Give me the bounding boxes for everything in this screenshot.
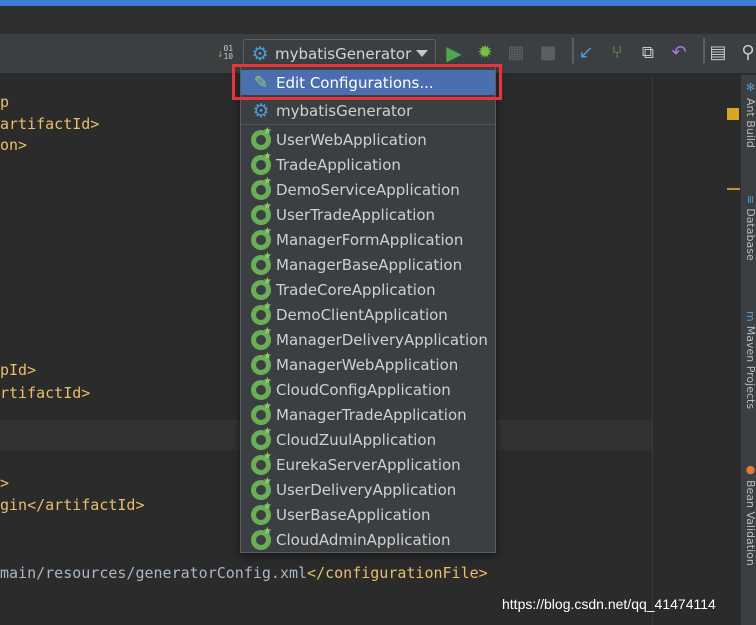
spring-boot-icon xyxy=(250,501,272,526)
code-line: on> xyxy=(0,136,28,154)
code-line: pId> xyxy=(0,361,37,379)
menu-item-label: EurekaServerApplication xyxy=(276,455,461,474)
tab-label: Bean Validation xyxy=(744,480,756,566)
spring-boot-icon xyxy=(250,451,272,476)
list-item[interactable]: ManagerWebApplication xyxy=(241,351,495,377)
warning-marker[interactable] xyxy=(727,108,739,120)
spring-boot-icon xyxy=(250,526,272,551)
tab-label: Database xyxy=(744,208,756,261)
list-item[interactable]: DemoServiceApplication xyxy=(241,176,495,202)
list-item[interactable]: ManagerTradeApplication xyxy=(241,401,495,427)
debug-icon[interactable]: ✹ xyxy=(474,42,496,64)
code-line: artifactId> xyxy=(0,115,100,133)
code-line-config-file: main/resources/generatorConfig.xml</conf… xyxy=(0,563,488,583)
ant-icon: ✻ xyxy=(744,81,756,94)
list-item[interactable]: ManagerFormApplication xyxy=(241,226,495,252)
spring-boot-icon xyxy=(250,351,272,376)
list-item[interactable]: ManagerBaseApplication xyxy=(241,251,495,277)
stop-icon[interactable]: ■ xyxy=(537,42,559,64)
tab-database[interactable]: ≡ Database xyxy=(743,195,756,261)
vcs-history-icon[interactable]: ⧉ xyxy=(637,42,659,64)
menu-item-label: DemoClientApplication xyxy=(276,305,448,324)
menu-item-label: UserWebApplication xyxy=(276,130,427,149)
menu-item-label: UserTradeApplication xyxy=(276,205,436,224)
spring-boot-icon xyxy=(250,126,272,151)
spring-boot-icon xyxy=(250,401,272,426)
list-item[interactable]: DemoClientApplication xyxy=(241,301,495,327)
menu-item-label: ManagerTradeApplication xyxy=(276,405,467,424)
menu-item-label: DemoServiceApplication xyxy=(276,180,460,199)
chevron-down-icon xyxy=(416,50,428,57)
menu-item-label: UserBaseApplication xyxy=(276,505,431,524)
menu-item-label: ManagerDeliveryApplication xyxy=(276,330,488,349)
gear-icon: ⚙ xyxy=(251,43,269,65)
spring-boot-icon xyxy=(250,301,272,326)
menu-item-label: ManagerFormApplication xyxy=(276,230,464,249)
list-item[interactable]: TradeCoreApplication xyxy=(241,276,495,302)
spring-boot-icon xyxy=(250,151,272,176)
tab-maven-projects[interactable]: m Maven Projects xyxy=(743,311,756,409)
run-icon[interactable]: ▶ xyxy=(443,42,465,64)
tab-label: Ant Build xyxy=(744,98,756,148)
run-configuration-dropdown: ✎ Edit Configurations... ⚙ mybatisGenera… xyxy=(240,66,496,553)
revert-icon[interactable]: ↶ xyxy=(668,42,690,64)
menu-item-label: UserDeliveryApplication xyxy=(276,480,457,499)
database-icon: ≡ xyxy=(744,195,756,205)
spring-boot-icon xyxy=(250,276,272,301)
list-item[interactable]: EurekaServerApplication xyxy=(241,451,495,477)
title-area xyxy=(0,6,756,34)
watermark-text: https://blog.csdn.net/qq_41474114 xyxy=(502,596,716,612)
error-stripe-marker[interactable] xyxy=(727,188,740,190)
project-structure-icon[interactable]: ▤ xyxy=(707,42,729,64)
spring-boot-icon xyxy=(250,426,272,451)
spring-boot-icon xyxy=(250,201,272,226)
sort-icon[interactable]: ↓ 01 10 xyxy=(214,42,236,64)
menu-item-label: TradeCoreApplication xyxy=(276,280,436,299)
coverage-icon[interactable]: ▦ xyxy=(505,42,527,64)
current-config-item[interactable]: ⚙ mybatisGenerator xyxy=(241,98,495,123)
code-line: p xyxy=(0,93,10,111)
spring-boot-icon xyxy=(250,476,272,501)
list-item[interactable]: TradeApplication xyxy=(241,151,495,177)
menu-item-label: TradeApplication xyxy=(276,155,401,174)
bean-icon: ● xyxy=(744,463,756,476)
gear-icon: ⚙ xyxy=(252,99,270,122)
tab-bean-validation[interactable]: ● Bean Validation xyxy=(743,463,756,566)
menu-item-label: ManagerWebApplication xyxy=(276,355,459,374)
code-line: rtifactId> xyxy=(0,384,91,402)
right-margin-guide xyxy=(652,75,653,625)
code-line: gin</artifactId> xyxy=(0,496,145,514)
run-configuration-label: mybatisGenerator xyxy=(275,45,412,63)
vcs-update-icon[interactable]: ↙ xyxy=(575,42,597,64)
menu-item-label: CloudAdminApplication xyxy=(276,530,451,549)
vcs-commit-icon[interactable]: ⑂ xyxy=(606,42,628,64)
list-item[interactable]: CloudConfigApplication xyxy=(241,376,495,402)
config-close-tag: </configurationFile> xyxy=(307,564,488,582)
list-item[interactable]: CloudAdminApplication xyxy=(241,526,495,552)
tab-label: Maven Projects xyxy=(744,325,756,410)
tab-ant-build[interactable]: ✻ Ant Build xyxy=(743,81,756,148)
spring-boot-icon xyxy=(250,176,272,201)
maven-icon: m xyxy=(744,311,756,322)
spring-boot-icon xyxy=(250,326,272,351)
list-item[interactable]: UserTradeApplication xyxy=(241,201,495,227)
right-tool-window-bar: ✻ Ant Build ≡ Database m Maven Projects ● Be… xyxy=(740,75,756,625)
code-line: > xyxy=(0,474,10,492)
spring-boot-icon xyxy=(250,226,272,251)
list-item[interactable]: UserBaseApplication xyxy=(241,501,495,527)
menu-item-label: CloudConfigApplication xyxy=(276,380,451,399)
config-file-path: main/resources/generatorConfig.xml xyxy=(0,564,308,582)
menu-item-label: ManagerBaseApplication xyxy=(276,255,463,274)
annotation-highlight-box xyxy=(232,64,502,100)
list-item[interactable]: UserDeliveryApplication xyxy=(241,476,495,502)
menu-separator xyxy=(241,124,495,125)
spring-boot-icon xyxy=(250,376,272,401)
menu-item-label: CloudZuulApplication xyxy=(276,430,437,449)
search-everywhere-icon[interactable]: ⚲ xyxy=(737,42,756,64)
list-item[interactable]: ManagerDeliveryApplication xyxy=(241,326,495,352)
list-item[interactable]: CloudZuulApplication xyxy=(241,426,495,452)
spring-boot-icon xyxy=(250,251,272,276)
list-item[interactable]: UserWebApplication xyxy=(241,126,495,152)
menu-item-label: mybatisGenerator xyxy=(276,101,413,120)
